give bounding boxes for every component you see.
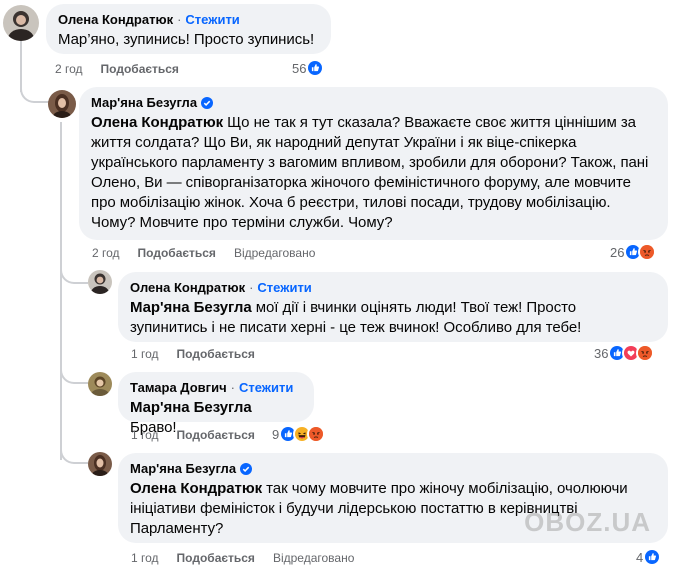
comment-bubble: Олена Кондратюк · Стежити Мар'яна Безугл… xyxy=(118,272,668,342)
reaction-count: 56 xyxy=(292,60,307,76)
separator-dot: · xyxy=(177,12,182,27)
thread-curve-reply-3 xyxy=(60,368,88,384)
follow-button[interactable]: Стежити xyxy=(185,12,239,28)
comment-time[interactable]: 1 год xyxy=(131,346,159,362)
like-button[interactable]: Подобається xyxy=(177,550,255,566)
like-button[interactable]: Подобається xyxy=(177,427,255,443)
comment-bubble: Олена Кондратюк · Стежити Мар’яно, зупин… xyxy=(46,4,331,54)
avatar[interactable] xyxy=(88,452,112,476)
comment-actions: 1 год Подобається Відредаговано xyxy=(131,550,354,566)
comment-body: Що не так я тут сказала? Вважаєте своє ж… xyxy=(91,114,649,231)
comment-author[interactable]: Тамара Довгич xyxy=(130,380,227,396)
thread-curve-reply-2 xyxy=(60,268,88,284)
edited-label: Відредаговано xyxy=(272,551,355,565)
separator-dot: · xyxy=(230,380,235,395)
comment-actions: 1 год Подобається xyxy=(131,427,255,443)
comment-bubble: Мар'яна Безугла Олена Кондратюк Що не та… xyxy=(79,87,668,240)
avatar-tamara-icon xyxy=(88,372,112,396)
avatar[interactable] xyxy=(88,372,112,396)
comment-text: Мар'яна Безугла мої дії і вчинки оцінять… xyxy=(130,298,656,338)
comment-author[interactable]: Мар'яна Безугла xyxy=(130,461,236,477)
watermark: OBOZ.UA xyxy=(524,507,651,537)
like-button[interactable]: Подобається xyxy=(177,346,255,362)
reaction-summary[interactable]: 56 xyxy=(292,58,325,78)
reaction-summary[interactable]: 36 xyxy=(594,343,655,363)
mention-tag[interactable]: Мар'яна Безугла xyxy=(130,299,252,316)
thread-curve-reply-1 xyxy=(20,80,50,103)
avatar[interactable] xyxy=(88,270,112,294)
reaction-summary[interactable]: 4 xyxy=(636,547,662,567)
reaction-count: 9 xyxy=(272,426,280,442)
reaction-count: 36 xyxy=(594,345,609,361)
edited-label: Відредаговано xyxy=(233,246,316,260)
verified-badge-icon xyxy=(240,463,253,475)
comment-author[interactable]: Олена Кондратюк xyxy=(58,12,173,28)
comment-author[interactable]: Олена Кондратюк xyxy=(130,280,245,296)
comment-actions: 2 год Подобається xyxy=(55,61,179,77)
comment-time[interactable]: 1 год xyxy=(131,427,159,443)
mention-tag[interactable]: Олена Кондратюк xyxy=(130,480,262,497)
like-button[interactable]: Подобається xyxy=(101,61,179,77)
comment-time[interactable]: 1 год xyxy=(131,550,159,566)
mention-tag[interactable]: Мар'яна Безугла xyxy=(130,399,252,416)
comment-author[interactable]: Мар'яна Безугла xyxy=(91,95,197,111)
verified-badge-icon xyxy=(201,97,214,109)
mention-tag[interactable]: Олена Кондратюк xyxy=(91,114,223,131)
reaction-count: 4 xyxy=(636,549,644,565)
comment-bubble: Тамара Довгич · Стежити Мар'яна Безугла … xyxy=(118,372,314,436)
follow-button[interactable]: Стежити xyxy=(257,280,311,296)
reaction-summary[interactable]: 26 xyxy=(610,242,657,262)
angry-reaction-icon xyxy=(636,344,655,362)
comment-text: Мар’яно, зупинись! Просто зупинись! xyxy=(58,31,315,48)
like-reaction-icon xyxy=(306,59,325,77)
avatar-maryana-icon xyxy=(48,90,76,118)
like-button[interactable]: Подобається xyxy=(138,245,216,261)
comment-time[interactable]: 2 год xyxy=(55,61,83,77)
avatar[interactable] xyxy=(3,5,39,41)
angry-reaction-icon xyxy=(638,243,657,261)
comment-time[interactable]: 2 год xyxy=(92,245,120,261)
comment-actions: 2 год Подобається Відредаговано xyxy=(92,245,315,261)
comment-text: Олена Кондратюк Що не так я тут сказала?… xyxy=(91,113,656,233)
reaction-count: 26 xyxy=(610,244,625,260)
avatar[interactable] xyxy=(48,90,76,118)
avatar-olena-icon xyxy=(3,5,39,41)
angry-reaction-icon xyxy=(307,425,326,443)
reaction-summary[interactable]: 9 xyxy=(272,424,326,444)
avatar-maryana-icon xyxy=(88,452,112,476)
thread-curve-reply-4 xyxy=(60,448,88,464)
like-reaction-icon xyxy=(643,548,662,566)
follow-button[interactable]: Стежити xyxy=(239,380,293,396)
thread-line-level2 xyxy=(60,122,62,460)
separator-dot: · xyxy=(249,280,254,295)
comment-actions: 1 год Подобається xyxy=(131,346,255,362)
avatar-olena-icon xyxy=(88,270,112,294)
